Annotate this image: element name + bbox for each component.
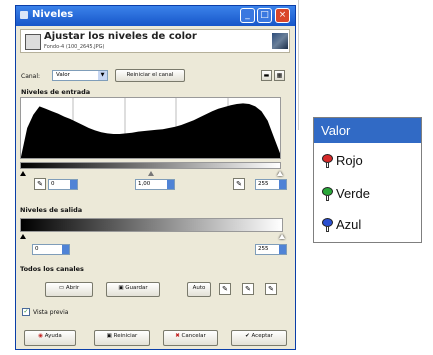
- spin-arrows-icon: [279, 180, 286, 189]
- channel-select-value: Valor: [56, 72, 70, 78]
- output-gradient-bar: [20, 218, 283, 232]
- red-channel-icon: [320, 154, 335, 168]
- input-gamma-spin[interactable]: 1,00: [135, 179, 175, 190]
- linear-histogram-icon[interactable]: ▬: [261, 70, 272, 81]
- reset-channel-button[interactable]: Reiniciar el canal: [115, 69, 185, 82]
- help-button[interactable]: ◉ Ayuda: [24, 330, 76, 346]
- title-bar[interactable]: Niveles _ □ ×: [16, 6, 295, 26]
- input-white-value: 255: [258, 181, 269, 187]
- histogram-area: [21, 103, 280, 158]
- header-subtitle: Fondo-4 (100_2645.JPG): [44, 44, 105, 50]
- levels-dialog: Niveles _ □ × Ajustar los niveles de col…: [15, 5, 296, 350]
- log-histogram-icon[interactable]: ▦: [274, 70, 285, 81]
- input-white-spin[interactable]: 255: [255, 179, 287, 190]
- input-black-value: 0: [51, 181, 55, 187]
- window-icon: [20, 11, 28, 19]
- reset-button-label: Reiniciar: [113, 333, 138, 339]
- output-white-value: 255: [258, 246, 269, 252]
- levels-icon: [25, 34, 41, 50]
- window-title: Niveles: [32, 9, 74, 20]
- frame-border-line: [298, 0, 299, 130]
- channel-option-red[interactable]: Rojo: [320, 151, 418, 171]
- spin-arrows-icon: [167, 180, 174, 189]
- white-eyedropper-icon[interactable]: ✎: [233, 178, 245, 190]
- accept-button-label: Aceptar: [251, 333, 273, 339]
- preview-checkbox[interactable]: ✓: [22, 308, 30, 316]
- reset-button[interactable]: ▣ Reiniciar: [94, 330, 150, 346]
- input-white-handle[interactable]: [277, 171, 283, 176]
- close-button[interactable]: ×: [275, 8, 290, 23]
- spin-arrows-icon: [279, 245, 286, 254]
- output-white-spin[interactable]: 255: [255, 244, 287, 255]
- image-thumbnail: [272, 33, 288, 49]
- black-point-picker-icon[interactable]: ✎: [219, 283, 231, 295]
- open-button-label: Abrir: [65, 285, 80, 291]
- input-levels-heading: Niveles de entrada: [21, 88, 91, 96]
- input-black-handle[interactable]: [20, 171, 26, 176]
- gray-point-picker-icon[interactable]: ✎: [242, 283, 254, 295]
- reset-icon: ▣: [106, 333, 114, 339]
- green-channel-icon: [320, 187, 335, 201]
- channel-option-green[interactable]: Verde: [320, 184, 418, 204]
- input-gamma-value: 1,00: [138, 181, 151, 187]
- preview-label: Vista previa: [33, 309, 69, 316]
- channel-option-selected[interactable]: Valor: [314, 118, 421, 143]
- help-button-label: Ayuda: [44, 333, 62, 339]
- accept-button[interactable]: ✔ Aceptar: [231, 330, 287, 346]
- header-title: Ajustar los niveles de color: [44, 31, 197, 42]
- chevron-down-icon: ▼: [98, 71, 107, 80]
- channel-option-label: Verde: [336, 186, 370, 201]
- minimize-button[interactable]: _: [240, 8, 255, 23]
- output-black-handle[interactable]: [20, 234, 26, 239]
- auto-button[interactable]: Auto: [187, 282, 211, 297]
- spin-arrows-icon: [70, 180, 77, 189]
- black-eyedropper-icon[interactable]: ✎: [34, 178, 46, 190]
- white-point-picker-icon[interactable]: ✎: [265, 283, 277, 295]
- cancel-button-label: Cancelar: [181, 333, 206, 339]
- histogram: [20, 97, 281, 159]
- blue-channel-icon: [320, 218, 335, 232]
- output-white-handle[interactable]: [279, 234, 285, 239]
- output-levels-heading: Niveles de salida: [20, 206, 83, 214]
- folder-icon: ▭: [58, 285, 66, 291]
- channel-label: Canal:: [21, 73, 41, 80]
- open-button[interactable]: ▭ Abrir: [45, 282, 93, 297]
- channel-select[interactable]: Valor ▼: [52, 70, 108, 81]
- dialog-header: Ajustar los niveles de color Fondo-4 (10…: [20, 29, 290, 53]
- channel-option-label: Rojo: [336, 153, 363, 168]
- output-black-value: 0: [35, 246, 39, 252]
- input-gradient-bar: [20, 162, 281, 169]
- input-black-spin[interactable]: 0: [48, 179, 78, 190]
- input-gamma-handle[interactable]: [148, 171, 154, 176]
- cancel-button[interactable]: ✖ Cancelar: [163, 330, 218, 346]
- maximize-button[interactable]: □: [257, 8, 272, 23]
- output-black-spin[interactable]: 0: [32, 244, 70, 255]
- channel-dropdown-list: Valor Rojo Verde Azul: [313, 117, 422, 243]
- save-button-label: Guardar: [125, 285, 148, 291]
- channel-option-blue[interactable]: Azul: [320, 215, 418, 235]
- all-channels-heading: Todos los canales: [20, 265, 84, 273]
- histogram-graph: [21, 98, 280, 158]
- spin-arrows-icon: [62, 245, 69, 254]
- save-button[interactable]: ▣ Guardar: [106, 282, 160, 297]
- channel-option-label: Azul: [336, 217, 362, 232]
